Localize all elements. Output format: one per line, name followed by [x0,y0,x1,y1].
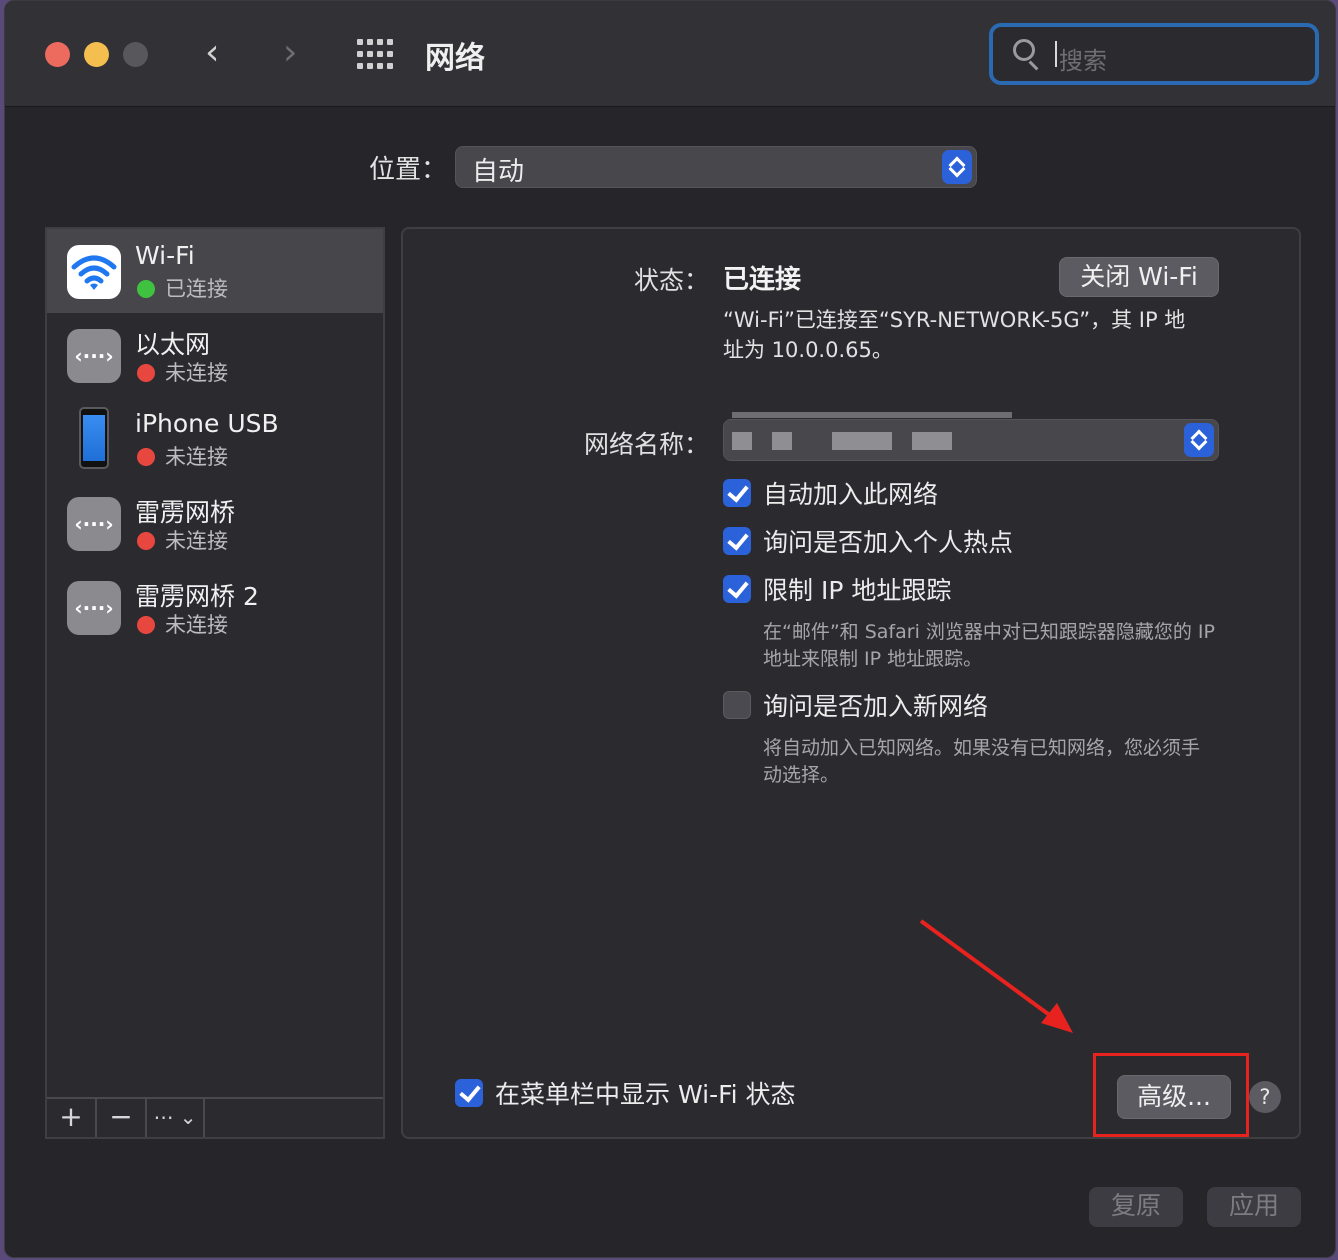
service-status: 未连接 [165,361,228,385]
service-item-wifi[interactable]: Wi-Fi 已连接 [47,229,383,313]
updown-chevron-icon [1184,423,1214,457]
search-placeholder: 搜索 [1059,47,1107,75]
service-item-thunderbolt-bridge[interactable]: ‹···› 雷雳网桥 未连接 [47,481,383,565]
service-list: Wi-Fi 已连接 ‹···› 以太网 未连接 iPhone USB 未连接 ‹… [45,227,385,1139]
status-value: 已连接 [723,265,802,295]
title-bar: ‹ › 网络 搜索 [5,1,1335,107]
location-value: 自动 [472,157,525,187]
status-dot-red [137,532,155,550]
service-item-iphone-usb[interactable]: iPhone USB 未连接 [47,397,383,481]
wifi-detail-panel: 状态： 已连接 关闭 Wi-Fi “Wi-Fi”已连接至“SYR-NETWORK… [401,227,1301,1139]
forward-chevron-icon[interactable]: › [283,31,297,75]
service-status: 未连接 [165,445,228,469]
revert-button[interactable]: 复原 [1089,1187,1183,1227]
search-icon [1013,39,1035,61]
annotation-arrow [919,919,1073,1033]
ask-hotspot-checkbox[interactable] [723,527,751,555]
status-description-line-2: 址为 10.0.0.65。 [723,338,893,362]
limit-ip-tracking-label: 限制 IP 地址跟踪 [763,576,952,605]
show-in-menubar-checkbox[interactable] [455,1079,483,1107]
service-status: 未连接 [165,613,228,637]
ask-new-description-line-2: 动选择。 [763,764,840,786]
minimize-button[interactable] [84,42,109,67]
status-dot-green [137,280,155,298]
ethernet-icon: ‹···› [67,329,121,383]
turn-off-wifi-button[interactable]: 关闭 Wi-Fi [1059,257,1219,297]
iphone-icon [79,407,109,469]
service-name: 以太网 [135,330,211,359]
action-menu-button[interactable]: ⋯ ⌄ [147,1099,205,1137]
limit-ip-description-line-2: 地址来限制 IP 地址跟踪。 [763,648,983,670]
status-label: 状态： [633,266,709,295]
status-dot-red [137,448,155,466]
auto-join-checkbox[interactable] [723,479,751,507]
zoom-button[interactable] [123,42,148,67]
location-select[interactable]: 自动 [455,146,977,188]
add-service-button[interactable]: + [47,1099,97,1137]
wifi-icon [67,245,121,299]
service-status: 已连接 [165,277,228,301]
annotation-highlight-box [1093,1053,1249,1137]
apply-button[interactable]: 应用 [1207,1187,1301,1227]
search-field[interactable]: 搜索 [989,23,1319,85]
status-description-line-1: “Wi-Fi”已连接至“SYR-NETWORK-5G”，其 IP 地 [723,308,1186,332]
back-chevron-icon[interactable]: ‹ [205,31,219,75]
limit-ip-description-line-1: 在“邮件”和 Safari 浏览器中对已知跟踪器隐藏您的 IP [763,621,1215,643]
service-item-thunderbolt-bridge-2[interactable]: ‹···› 雷雳网桥 2 未连接 [47,565,383,649]
network-name-label: 网络名称： [583,430,709,459]
more-circle-icon: ⋯ [153,1105,174,1129]
auto-join-label: 自动加入此网络 [763,480,939,509]
network-preferences-window: ‹ › 网络 搜索 位置： 自动 Wi-Fi 已连接 ‹···› 以太网 未连接… [4,0,1336,1258]
service-item-ethernet[interactable]: ‹···› 以太网 未连接 [47,313,383,397]
ethernet-icon: ‹···› [67,581,121,635]
help-button[interactable]: ? [1249,1081,1281,1113]
service-name: 雷雳网桥 2 [135,582,259,611]
updown-chevron-icon [942,150,972,184]
window-title: 网络 [425,41,485,76]
ethernet-icon: ‹···› [67,497,121,551]
service-name: Wi-Fi [135,241,195,270]
show-in-menubar-label: 在菜单栏中显示 Wi-Fi 状态 [495,1080,796,1109]
service-status: 未连接 [165,529,228,553]
service-name: 雷雳网桥 [135,498,236,527]
ask-new-networks-checkbox[interactable] [723,691,751,719]
limit-ip-tracking-checkbox[interactable] [723,575,751,603]
ask-new-description-line-1: 将自动加入已知网络。如果没有已知网络，您必须手 [763,737,1201,759]
network-name-select[interactable] [723,412,1219,461]
redacted-network-name [732,412,1012,418]
close-button[interactable] [45,42,70,67]
remove-service-button[interactable]: − [97,1099,147,1137]
service-name: iPhone USB [135,409,279,438]
location-label: 位置： [369,155,448,185]
ask-new-networks-label: 询问是否加入新网络 [763,692,989,721]
status-dot-red [137,616,155,634]
status-dot-red [137,364,155,382]
show-all-grid-icon[interactable] [357,39,397,71]
text-caret [1055,41,1057,67]
ask-hotspot-label: 询问是否加入个人热点 [763,528,1014,557]
service-list-toolbar: + − ⋯ ⌄ [47,1097,383,1137]
